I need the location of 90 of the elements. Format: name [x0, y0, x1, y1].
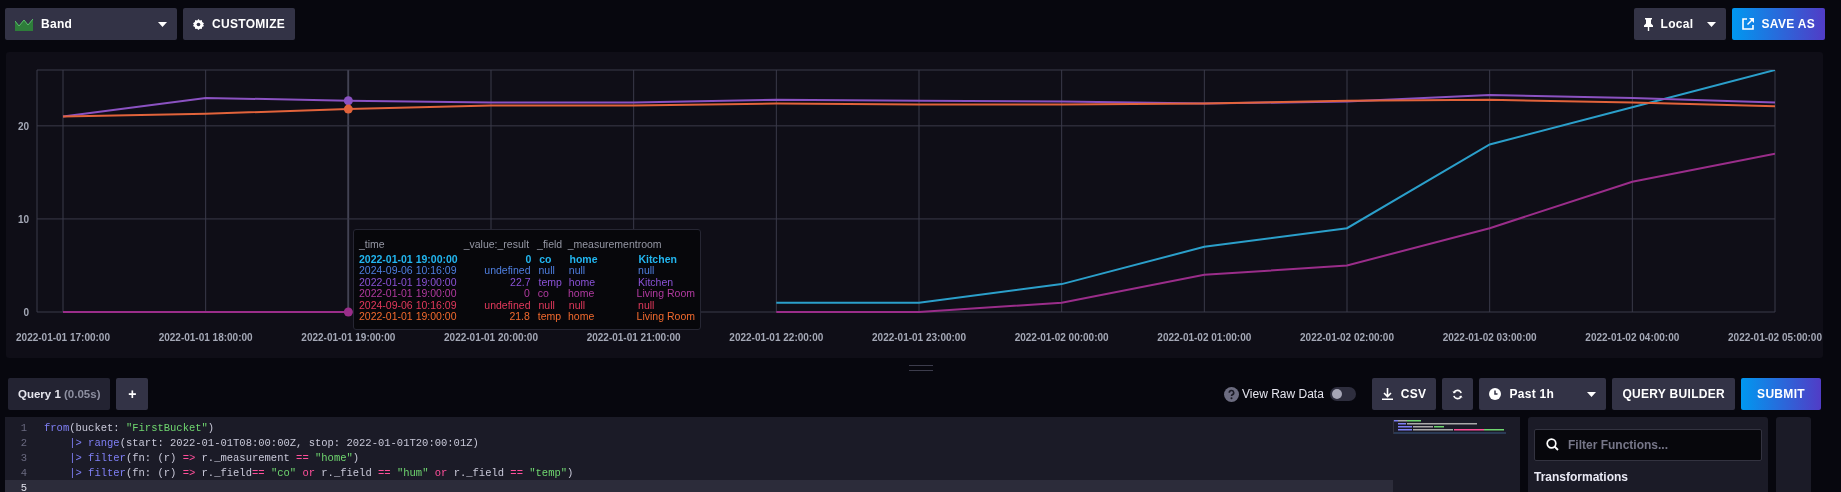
tooltip-cell-text: null — [538, 299, 556, 311]
line-number: 1 — [19, 421, 27, 434]
tooltip-cell-text: 21.8 — [508, 311, 531, 323]
tooltip-cell: 2022-01-01 19:00:00 — [359, 288, 457, 300]
x-axis-label: 2022-01-01 18:00:00 — [158, 332, 253, 343]
tooltip-cell-text: co — [537, 288, 549, 300]
line-number: 2 — [19, 436, 27, 449]
submit-button[interactable]: SUBMIT — [1741, 378, 1821, 410]
tooltip-cell-text: 0 — [524, 253, 533, 265]
y-axis-label: 20 — [17, 120, 29, 132]
caret-icon — [158, 21, 167, 27]
help-icon[interactable] — [1224, 386, 1239, 402]
x-axis-label: 2022-01-01 17:00:00 — [16, 332, 110, 343]
x-axis-label: 2022-01-01 22:00:00 — [729, 332, 824, 343]
tooltip-cell: Living Room — [636, 288, 695, 300]
tooltip-cell-text: undefined — [483, 299, 532, 311]
hover-point — [343, 104, 353, 114]
code-line: |> filter(fn: (r) => r._field== "co" or r._field == "hum" or r._field == "temp") — [68, 466, 574, 479]
code-line: from(bucket: "FirstBucket") — [44, 421, 215, 434]
tooltip-cell-text: undefined — [483, 265, 532, 277]
tooltip-cell-text: home — [567, 288, 596, 300]
settings-icon — [193, 18, 204, 30]
code-line: |> range(start: 2022-01-01T08:00:00Z, stop: 2022-01-01T20:00:01Z) — [68, 436, 479, 449]
line-number: 5 — [19, 481, 27, 492]
query-tab[interactable]: Query 1 (0.05s) — [8, 378, 111, 410]
graph-type-dropdown[interactable]: Band — [5, 8, 177, 40]
pin-icon — [1643, 17, 1653, 31]
tooltip-cell-text: 0 — [523, 288, 531, 300]
tooltip-cell-text: Kitchen — [638, 253, 678, 265]
column-header: room — [637, 239, 663, 251]
column-header: _value:_result — [462, 239, 531, 251]
timezone-dropdown[interactable]: Local — [1633, 8, 1726, 40]
area-chart-icon — [15, 17, 33, 31]
tooltip-cell: 2022-01-01 19:00:00 — [359, 276, 457, 288]
download-icon — [1381, 388, 1393, 400]
x-axis-label: 2022-01-01 21:00:00 — [586, 332, 681, 343]
tooltip-cell-text: co — [539, 253, 553, 265]
tooltip-cell-text: null — [568, 265, 587, 277]
tooltip-cell: 2022-01-01 19:00:00 — [359, 253, 458, 265]
x-axis-label: 2022-01-02 03:00:00 — [1442, 332, 1537, 343]
tooltip-cell-text: temp — [537, 311, 563, 323]
tooltip-cell-text: null — [638, 299, 655, 311]
add-query-button[interactable]: + — [116, 378, 149, 410]
tooltip-cell: 2024-09-06 10:16:09 — [359, 299, 457, 311]
refresh-icon — [1452, 388, 1464, 400]
x-axis-label: 2022-01-01 20:00:00 — [444, 332, 538, 343]
x-axis-label: 2022-01-02 01:00:00 — [1157, 332, 1252, 343]
section-heading: Transformations — [1534, 470, 1630, 484]
y-axis-label: 0 — [23, 307, 29, 318]
customize-button[interactable]: CUSTOMIZE — [183, 8, 296, 40]
caret-icon — [1587, 391, 1597, 397]
tooltip-cell-text: Kitchen — [638, 276, 675, 288]
view-raw-data-toggle[interactable] — [1329, 387, 1356, 401]
tooltip-cell-text: 22.7 — [509, 276, 532, 288]
view-raw-data-label: View Raw Data — [1242, 387, 1324, 401]
tooltip-cell: 2024-09-06 10:16:09 — [359, 265, 457, 277]
tooltip-cell-text: null — [638, 265, 656, 277]
query-builder-button[interactable]: QUERY BUILDER — [1612, 378, 1735, 410]
x-axis-label: 2022-01-02 05:00:00 — [1728, 332, 1822, 343]
clock-icon — [1489, 388, 1502, 400]
caret-icon — [1706, 21, 1716, 27]
tooltip-cell: Living Room — [636, 311, 695, 323]
filter-functions-field[interactable]: Filter Functions... — [1534, 429, 1762, 461]
column-header: _measurement — [567, 239, 638, 251]
resize-handle[interactable] — [908, 365, 933, 371]
hover-point — [343, 96, 353, 106]
tooltip-cell: 2022-01-01 19:00:00 — [359, 311, 457, 323]
tooltip-cell-text: home — [569, 253, 599, 265]
x-axis-label: 2022-01-01 19:00:00 — [301, 332, 396, 343]
x-axis-label: 2022-01-02 00:00:00 — [1014, 332, 1109, 343]
column-header: _field — [537, 239, 564, 251]
export-icon — [1741, 18, 1754, 30]
csv-button[interactable]: CSV — [1371, 378, 1437, 410]
x-axis-label: 2022-01-01 23:00:00 — [872, 332, 966, 343]
tooltip-cell-text: temp — [538, 276, 563, 288]
tooltip-cell-text: home — [568, 276, 597, 288]
code-line: |> filter(fn: (r) => r._measurement == "home") — [68, 451, 360, 464]
line-number: 3 — [19, 451, 27, 464]
y-axis-label: 10 — [17, 213, 29, 225]
tooltip-cell-text: null — [538, 265, 556, 277]
save-as-button[interactable]: SAVE AS — [1731, 8, 1825, 40]
tooltip-cell-text: home — [567, 311, 596, 323]
refresh-button[interactable] — [1442, 378, 1474, 410]
tooltip-cell-text: null — [568, 299, 587, 311]
line-number: 4 — [19, 466, 27, 479]
x-axis-label: 2022-01-02 04:00:00 — [1585, 332, 1680, 343]
column-header: _time — [359, 239, 386, 251]
time-range-dropdown[interactable]: Past 1h — [1479, 378, 1607, 410]
x-axis-label: 2022-01-02 02:00:00 — [1300, 332, 1394, 343]
hover-point — [343, 307, 353, 317]
